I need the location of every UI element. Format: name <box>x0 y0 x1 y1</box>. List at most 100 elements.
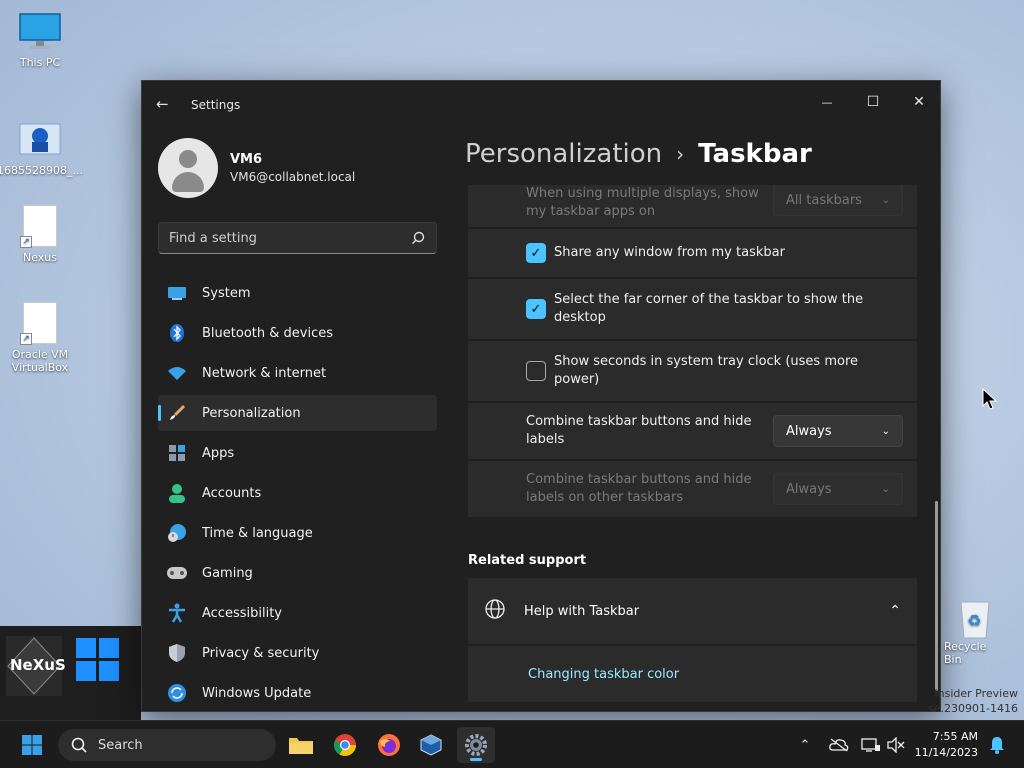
cloud-offline-icon <box>829 738 849 752</box>
svg-text:♻: ♻ <box>967 611 981 630</box>
search-icon <box>71 737 87 753</box>
onedrive-button[interactable] <box>826 721 852 768</box>
sidebar-item-accessibility[interactable]: Accessibility <box>158 595 437 631</box>
file-explorer-button[interactable] <box>282 727 320 763</box>
help-label: Help with Taskbar <box>524 603 640 619</box>
file-shortcut-icon: ↗ <box>20 205 57 248</box>
speaker-muted-icon <box>887 737 905 753</box>
recycle-bin-icon: ♻ <box>960 601 990 639</box>
combine-other-dropdown[interactable]: Always ⌄ <box>773 473 903 505</box>
desktop-icon-recycle-bin[interactable]: ♻ Recycle Bin <box>944 596 1006 666</box>
share-window-checkbox[interactable]: ✓ <box>526 243 546 263</box>
minimize-button[interactable]: — <box>804 87 850 117</box>
image-file-icon <box>18 120 62 160</box>
firefox-icon <box>378 734 400 756</box>
content-scrollbar[interactable] <box>935 501 938 691</box>
system-clock[interactable]: 7:55 AM 11/14/2023 <box>912 729 978 761</box>
sidebar-item-gaming[interactable]: Gaming <box>158 555 437 591</box>
desktop-icon-virtualbox[interactable]: ↗ Oracle VM VirtualBox <box>0 302 80 374</box>
folder-icon <box>289 738 313 754</box>
desktop-icon-this-pc[interactable]: This PC <box>0 12 80 69</box>
find-setting-search-box[interactable] <box>158 222 437 254</box>
chevron-down-icon: ⌄ <box>881 194 890 206</box>
profile-name: VM6 <box>230 152 263 167</box>
user-profile[interactable]: VM6 VM6@collabnet.local <box>158 137 355 199</box>
globe-icon <box>484 598 506 624</box>
help-link-row: Changing taskbar color <box>468 646 917 702</box>
chrome-button[interactable] <box>326 727 364 763</box>
title-bar: ← Settings — ☐ ✕ <box>142 81 940 129</box>
sidebar-item-label: System <box>202 285 251 301</box>
sidebar-item-label: Windows Update <box>202 685 312 701</box>
changing-taskbar-color-link[interactable]: Changing taskbar color <box>528 667 679 682</box>
clock-date: 11/14/2023 <box>914 746 978 759</box>
sidebar-item-privacy[interactable]: Privacy & security <box>158 635 437 671</box>
share-window-setting[interactable]: ✓ Share any window from my taskbar <box>468 229 917 277</box>
search-input[interactable] <box>169 230 410 246</box>
sidebar-item-network[interactable]: Network & internet <box>158 355 437 391</box>
setting-label: Show seconds in system tray clock (uses … <box>554 354 859 387</box>
show-seconds-checkbox[interactable] <box>526 361 546 381</box>
breadcrumb-parent[interactable]: Personalization <box>465 139 662 169</box>
related-support-heading: Related support <box>468 553 587 568</box>
virtualbox-button[interactable] <box>412 727 450 763</box>
taskbar-search-box[interactable]: Search <box>58 729 276 761</box>
update-icon <box>166 682 188 704</box>
settings-window: ← Settings — ☐ ✕ VM6 VM6@collabnet.local… <box>141 80 941 712</box>
combine-buttons-dropdown[interactable]: Always ⌄ <box>773 415 903 447</box>
globe-clock-icon <box>166 522 188 544</box>
settings-taskbar-button[interactable] <box>457 727 495 763</box>
gear-icon <box>465 734 487 756</box>
chevron-down-icon: ⌄ <box>881 425 890 437</box>
multi-display-dropdown[interactable]: All taskbars ⌄ <box>773 185 903 216</box>
sidebar-item-personalization[interactable]: Personalization <box>158 395 437 431</box>
help-with-taskbar-expander[interactable]: Help with Taskbar ⌃ <box>468 578 917 644</box>
setting-label: Combine taskbar buttons and hide labels <box>526 414 752 447</box>
sidebar-item-windows-update[interactable]: Windows Update <box>158 675 437 711</box>
close-icon: ✕ <box>913 94 925 110</box>
sidebar-item-label: Accessibility <box>202 605 282 621</box>
maximize-button[interactable]: ☐ <box>850 87 896 117</box>
firefox-button[interactable] <box>370 727 408 763</box>
apps-icon <box>166 442 188 464</box>
sidebar-item-system[interactable]: System <box>158 275 437 311</box>
file-shortcut-icon: ↗ <box>20 302 57 345</box>
shield-icon <box>166 642 188 664</box>
start-button[interactable] <box>13 727 51 763</box>
dropdown-value: Always <box>786 423 832 439</box>
profile-email: VM6@collabnet.local <box>230 170 356 184</box>
bell-icon <box>990 737 1004 754</box>
show-seconds-setting[interactable]: Show seconds in system tray clock (uses … <box>468 341 917 401</box>
far-corner-checkbox[interactable]: ✓ <box>526 299 546 319</box>
page-title: Taskbar <box>698 139 812 169</box>
desktop-icon-label: 1685528908_... <box>0 164 83 177</box>
accounts-icon <box>166 482 188 504</box>
volume-button[interactable] <box>884 721 908 768</box>
sidebar-item-accounts[interactable]: Accounts <box>158 475 437 511</box>
back-button[interactable]: ← <box>156 95 176 115</box>
minimize-icon: — <box>821 95 833 109</box>
network-button[interactable] <box>858 721 884 768</box>
svg-text:NeXuS: NeXuS <box>10 656 66 674</box>
setting-label: Combine taskbar buttons and hide labels … <box>526 472 752 505</box>
breadcrumb-separator-icon: › <box>676 142 685 166</box>
chrome-icon <box>334 734 356 756</box>
far-corner-setting[interactable]: ✓ Select the far corner of the taskbar t… <box>468 279 917 339</box>
gamepad-icon <box>166 562 188 584</box>
wifi-icon <box>166 362 188 384</box>
sidebar-item-apps[interactable]: Apps <box>158 435 437 471</box>
sidebar-item-bluetooth[interactable]: Bluetooth & devices <box>158 315 437 351</box>
sidebar-item-label: Time & language <box>202 525 313 541</box>
sidebar-item-label: Accounts <box>202 485 262 501</box>
taskbar-settings-content: When using multiple displays, show my ta… <box>468 185 917 711</box>
chevron-up-icon: ⌃ <box>889 603 901 619</box>
sidebar-item-time-language[interactable]: Time & language <box>158 515 437 551</box>
taskbar-search-label: Search <box>98 737 143 753</box>
show-hidden-icons-button[interactable]: ⌃ <box>794 721 816 768</box>
notifications-button[interactable] <box>986 721 1008 768</box>
close-button[interactable]: ✕ <box>896 87 940 117</box>
desktop-icon-nexus[interactable]: ↗ Nexus <box>0 205 80 264</box>
sidebar-item-label: Network & internet <box>202 365 327 381</box>
desktop-icon-label: Nexus <box>22 251 57 264</box>
desktop-icon-image-file[interactable]: 1685528908_... <box>0 120 83 177</box>
